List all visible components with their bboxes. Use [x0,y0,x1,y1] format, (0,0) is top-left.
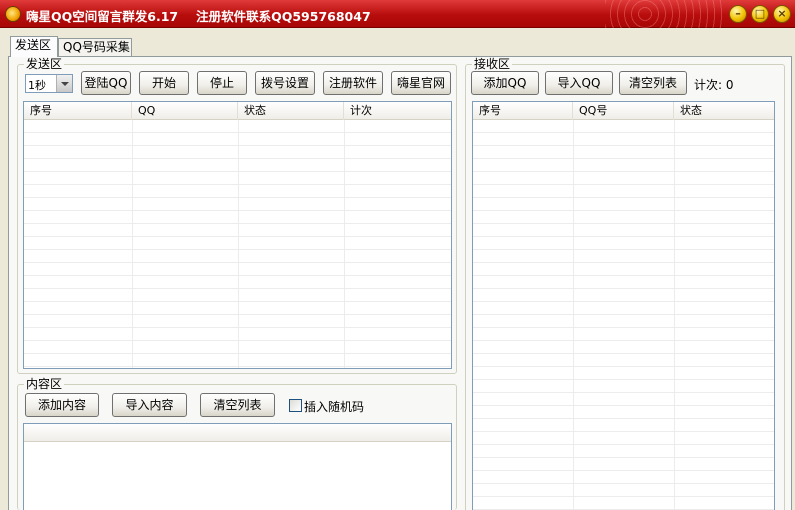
chevron-down-icon[interactable] [56,75,72,92]
col-index[interactable]: 序号 [473,102,573,120]
tab-qq-collect[interactable]: QQ号码采集 [58,38,132,56]
random-code-label: 插入随机码 [304,400,365,414]
col-status[interactable]: 状态 [238,102,344,120]
minimize-icon[interactable]: – [729,5,747,23]
import-content-button[interactable]: 导入内容 [112,393,187,417]
receive-list-grid [473,120,774,510]
close-icon[interactable]: × [773,5,791,23]
title-bar[interactable]: 嗨星QQ空间留言群发6.17 注册软件联系QQ595768047 – □ × [0,0,795,28]
grid-line [674,120,675,510]
add-qq-button[interactable]: 添加QQ [471,71,539,95]
maximize-icon[interactable]: □ [751,5,769,23]
send-list-header: 序号 QQ 状态 计次 [24,102,451,120]
dial-settings-button[interactable]: 拨号设置 [255,71,315,95]
receive-list[interactable]: 序号 QQ号 状态 [472,101,775,510]
interval-select[interactable]: 1秒 [25,74,73,93]
receive-list-header: 序号 QQ号 状态 [473,102,774,120]
grid-line [344,120,345,368]
send-list[interactable]: 序号 QQ 状态 计次 [23,101,452,369]
col-qq[interactable]: QQ [132,102,238,120]
tab-send[interactable]: 发送区 [10,36,58,57]
receive-count: 计次: 0 [694,78,734,92]
window-subtitle-text: 注册软件联系QQ595768047 [196,9,371,24]
window-title: 嗨星QQ空间留言群发6.17 注册软件联系QQ595768047 [26,6,371,25]
login-qq-button[interactable]: 登陆QQ [81,71,131,95]
title-decoration [605,0,725,28]
grid-line [132,120,133,368]
random-code-checkbox[interactable] [289,399,302,412]
col-count[interactable]: 计次 [344,102,451,120]
grid-line [238,120,239,368]
content-legend: 内容区 [24,377,65,391]
clear-receive-button[interactable]: 清空列表 [619,71,687,95]
register-button[interactable]: 注册软件 [323,71,383,95]
start-button[interactable]: 开始 [139,71,189,95]
import-qq-button[interactable]: 导入QQ [545,71,613,95]
grid-line [573,120,574,510]
interval-value: 1秒 [28,79,46,92]
col-index[interactable]: 序号 [24,102,132,120]
content-list-header [24,424,451,442]
col-status[interactable]: 状态 [674,102,774,120]
content-list[interactable] [23,423,452,510]
add-content-button[interactable]: 添加内容 [25,393,99,417]
official-site-button[interactable]: 嗨星官网 [391,71,451,95]
window-title-text: 嗨星QQ空间留言群发6.17 [26,9,179,24]
send-legend: 发送区 [24,57,65,71]
stop-button[interactable]: 停止 [197,71,247,95]
clear-content-button[interactable]: 清空列表 [200,393,275,417]
receive-legend: 接收区 [472,57,513,71]
app-icon [5,6,21,22]
col-qq-number[interactable]: QQ号 [573,102,674,120]
